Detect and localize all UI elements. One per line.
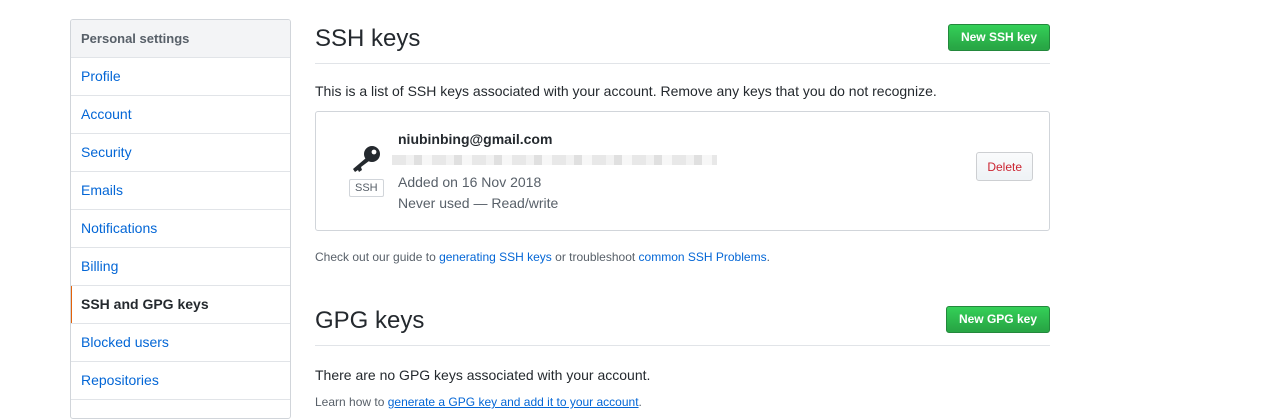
ssh-key-usage: Never used — Read/write: [398, 195, 559, 211]
ssh-badge: SSH: [349, 179, 384, 197]
sidebar-item-account[interactable]: Account: [71, 96, 290, 134]
new-ssh-key-button[interactable]: New SSH key: [947, 24, 1050, 51]
redacted-fingerprint: [392, 155, 717, 165]
ssh-key-item: SSH niubinbing@gmail.com Added on 16 Nov…: [315, 111, 1050, 231]
ssh-note-prefix: Check out our guide to: [315, 250, 440, 264]
gpg-guide-note: Learn how to generate a GPG key and add …: [315, 395, 1050, 409]
sidebar-header: Personal settings: [71, 20, 290, 58]
gpg-note-suffix: .: [638, 395, 642, 409]
ssh-note-suffix: .: [766, 250, 770, 264]
ssh-note-middle: or troubleshoot: [551, 250, 639, 264]
settings-sidebar: Personal settings Profile Account Securi…: [70, 19, 291, 419]
sidebar-item-emails[interactable]: Emails: [71, 172, 290, 210]
delete-ssh-key-button[interactable]: Delete: [976, 152, 1033, 181]
new-gpg-key-button[interactable]: New GPG key: [945, 306, 1050, 333]
common-ssh-problems-link[interactable]: common SSH Problems: [639, 250, 767, 264]
gpg-keys-title: GPG keys: [315, 307, 425, 334]
ssh-keys-title: SSH keys: [315, 25, 421, 52]
ssh-keys-section: SSH keys New SSH key This is a list of S…: [315, 19, 1050, 264]
sidebar-item-security[interactable]: Security: [71, 134, 290, 172]
sidebar-item-notifications[interactable]: Notifications: [71, 210, 290, 248]
gpg-section-header: GPG keys New GPG key: [315, 301, 1050, 346]
gpg-description: There are no GPG keys associated with yo…: [315, 367, 651, 383]
ssh-section-header: SSH keys New SSH key: [315, 19, 1050, 64]
gpg-note-prefix: Learn how to: [315, 395, 388, 409]
generating-ssh-keys-link[interactable]: generating SSH keys: [439, 250, 552, 264]
ssh-guide-note: Check out our guide to generating SSH ke…: [315, 250, 1050, 264]
sidebar-item-ssh-gpg-keys[interactable]: SSH and GPG keys: [71, 286, 290, 324]
generate-gpg-key-link[interactable]: generate a GPG key and add it to your ac…: [388, 395, 639, 409]
sidebar-item-repositories[interactable]: Repositories: [71, 362, 290, 400]
sidebar-item-profile[interactable]: Profile: [71, 58, 290, 96]
sidebar-item-billing[interactable]: Billing: [71, 248, 290, 286]
ssh-key-title: niubinbing@gmail.com: [398, 131, 553, 147]
ssh-key-added-date: Added on 16 Nov 2018: [398, 174, 542, 190]
main-content: SSH keys New SSH key This is a list of S…: [315, 19, 1050, 409]
key-icon: [353, 146, 380, 172]
ssh-description: This is a list of SSH keys associated wi…: [315, 83, 937, 99]
key-icon-group: SSH: [349, 145, 384, 197]
sidebar-item-blocked-users[interactable]: Blocked users: [71, 324, 290, 362]
gpg-keys-section: GPG keys New GPG key There are no GPG ke…: [315, 301, 1050, 409]
